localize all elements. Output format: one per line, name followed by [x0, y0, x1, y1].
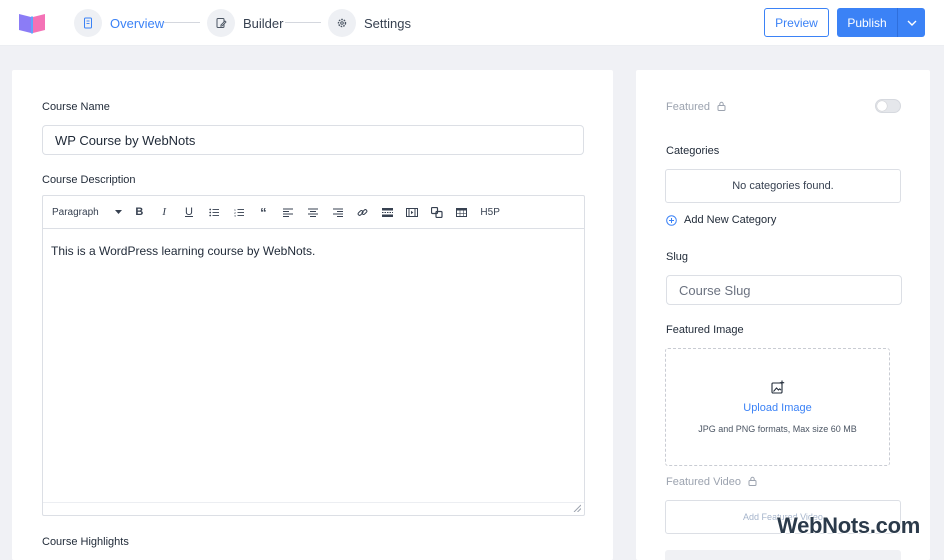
- step-builder-label: Builder: [243, 15, 284, 31]
- step-overview[interactable]: Overview: [74, 8, 164, 38]
- bullet-list-icon[interactable]: [201, 202, 226, 222]
- editor-statusbar-divider: [43, 502, 584, 503]
- featured-video-label: Featured Video: [666, 476, 757, 488]
- h5p-button[interactable]: H5P: [474, 202, 506, 222]
- svg-text:3: 3: [234, 213, 236, 216]
- bold-icon[interactable]: B: [127, 202, 152, 222]
- editor-toolbar: Paragraph B I U 123 “ H5P: [43, 196, 584, 229]
- publish-button[interactable]: Publish: [837, 8, 897, 37]
- caret-down-icon: [115, 210, 122, 214]
- step-settings-label: Settings: [364, 15, 411, 31]
- plus-circle-icon: [666, 214, 677, 226]
- read-more-icon[interactable]: [375, 202, 400, 222]
- featured-video-label-text: Featured Video: [666, 476, 742, 488]
- upload-hint: JPG and PNG formats, Max size 60 MB: [698, 424, 857, 434]
- next-section-box: [665, 550, 901, 560]
- lock-icon: [748, 476, 757, 486]
- step-builder[interactable]: Builder: [207, 8, 283, 38]
- watermark: WebNots.com: [777, 513, 920, 538]
- image-upload-dropzone[interactable]: Upload Image JPG and PNG formats, Max si…: [665, 348, 890, 466]
- course-name-label: Course Name: [42, 101, 110, 113]
- publish-dropdown-button[interactable]: [897, 8, 925, 37]
- align-right-icon[interactable]: [325, 202, 350, 222]
- add-category-button[interactable]: Add New Category: [666, 214, 776, 226]
- slug-label: Slug: [666, 251, 689, 263]
- add-category-label: Add New Category: [684, 214, 777, 226]
- categories-list: No categories found.: [665, 169, 901, 203]
- top-bar: Overview Builder Settings Preview Publis…: [0, 0, 944, 46]
- editor-text: This is a WordPress learning course by W…: [51, 244, 316, 258]
- edit-icon: [207, 9, 235, 37]
- step-connector: [285, 22, 321, 23]
- numbered-list-icon[interactable]: 123: [226, 202, 251, 222]
- step-connector: [164, 22, 200, 23]
- description-editor[interactable]: Paragraph B I U 123 “ H5P This is a Word…: [42, 195, 585, 516]
- shortcode-icon[interactable]: [425, 202, 450, 222]
- media-icon[interactable]: [400, 202, 425, 222]
- book-logo-icon: [19, 14, 45, 34]
- blockquote-icon[interactable]: “: [251, 202, 276, 222]
- featured-label: Featured: [666, 101, 726, 113]
- gear-icon: [328, 9, 356, 37]
- italic-icon[interactable]: I: [152, 202, 177, 222]
- course-description-label: Course Description: [42, 174, 136, 186]
- categories-label: Categories: [666, 145, 720, 157]
- underline-icon[interactable]: U: [177, 202, 202, 222]
- step-settings[interactable]: Settings: [328, 8, 411, 38]
- align-left-icon[interactable]: [276, 202, 301, 222]
- preview-button[interactable]: Preview: [764, 8, 829, 37]
- chevron-down-icon: [907, 20, 916, 26]
- paragraph-format-select[interactable]: Paragraph: [52, 202, 122, 222]
- image-add-icon: [771, 380, 785, 394]
- featured-toggle[interactable]: [875, 99, 901, 113]
- toggle-knob: [877, 101, 887, 111]
- step-overview-label: Overview: [110, 15, 165, 31]
- link-icon[interactable]: [350, 202, 375, 222]
- format-value: Paragraph: [52, 206, 99, 218]
- course-name-input[interactable]: WP Course by WebNots: [42, 125, 584, 155]
- resize-handle-icon[interactable]: [573, 504, 581, 512]
- table-icon[interactable]: [449, 202, 474, 222]
- document-icon: [74, 9, 102, 37]
- slug-input[interactable]: Course Slug: [666, 275, 902, 305]
- lock-icon: [717, 101, 726, 111]
- upload-image-link[interactable]: Upload Image: [666, 402, 889, 414]
- course-highlights-label: Course Highlights: [42, 536, 129, 548]
- align-center-icon[interactable]: [301, 202, 326, 222]
- featured-label-text: Featured: [666, 101, 711, 113]
- featured-image-label: Featured Image: [666, 324, 744, 336]
